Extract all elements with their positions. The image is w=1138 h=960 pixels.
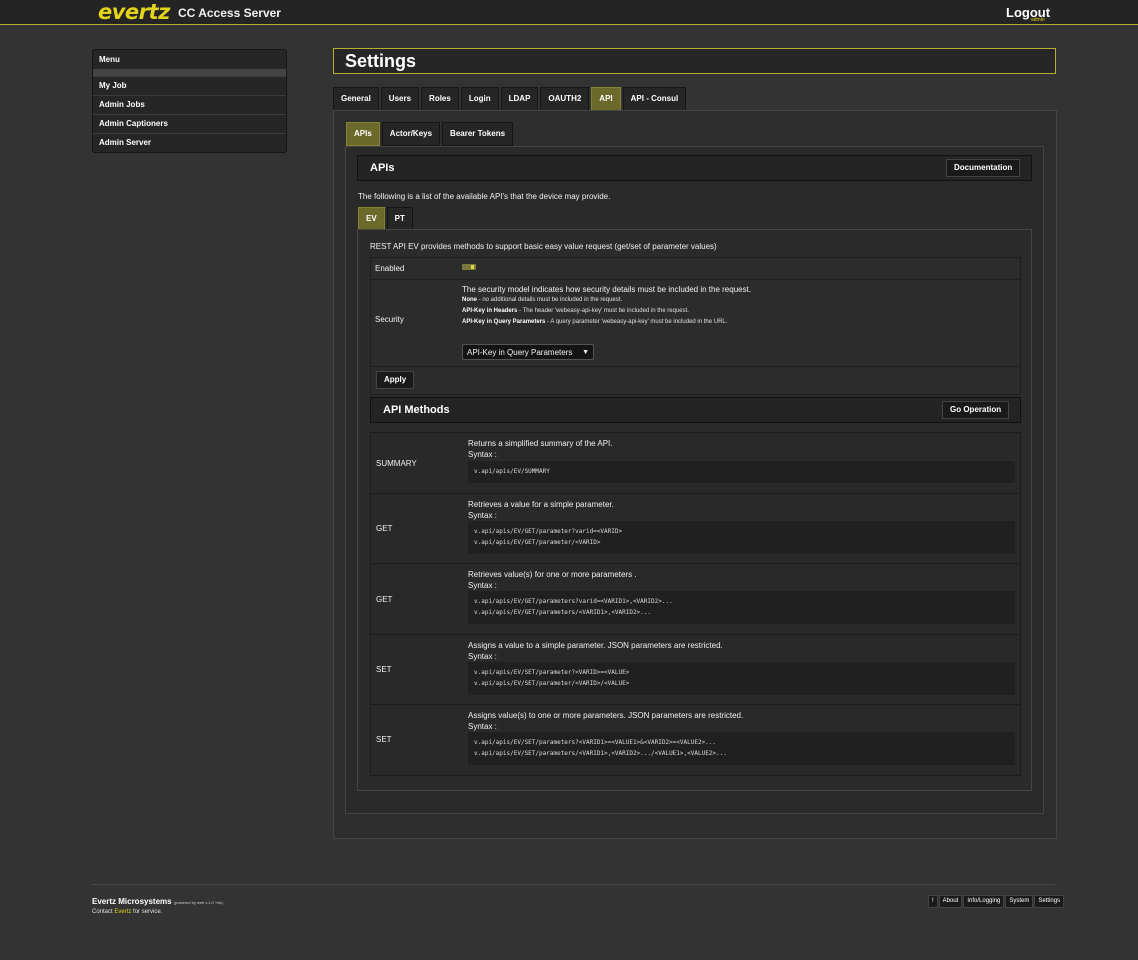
enabled-toggle[interactable] (462, 264, 476, 270)
method-name: GET (376, 595, 393, 604)
evertz-logo[interactable]: evertz (98, 1, 170, 23)
syntax-code: v.api/apis/EV/GET/parameters?varid=<VARI… (468, 591, 1015, 624)
method-name: SUMMARY (376, 459, 417, 468)
documentation-button[interactable]: Documentation (946, 159, 1021, 177)
tab-ldap[interactable]: LDAP (500, 87, 539, 111)
footer-powered: (powered by web v.1.0 +ds) (173, 900, 223, 905)
method-name: SET (376, 665, 392, 674)
syntax-label: Syntax : (468, 450, 497, 459)
side-menu: Menu My Job Admin Jobs Admin Captioners … (92, 49, 287, 153)
method-name: GET (376, 524, 393, 533)
tab-login[interactable]: Login (460, 87, 499, 111)
footer-link-about[interactable]: About (938, 895, 963, 908)
tab-api-consul[interactable]: API - Consul (622, 87, 687, 111)
security-select-value: API-Key in Query Parameters (467, 348, 573, 357)
syntax-label: Syntax : (468, 652, 497, 661)
table-row: GET Retrieves a value for a simple param… (371, 494, 1020, 564)
evertz-link[interactable]: Evertz (114, 909, 131, 915)
method-description: Returns a simplified summary of the API. (468, 439, 613, 448)
security-note-query: API-Key in Query Parameters - A query pa… (462, 319, 728, 325)
method-description: Assigns a value to a simple parameter. J… (468, 641, 723, 650)
page-title: Settings (345, 51, 417, 71)
syntax-code: v.api/apis/EV/SET/parameter?<VARID>=<VAL… (468, 662, 1015, 695)
tab-pt[interactable]: PT (386, 207, 413, 231)
syntax-code: v.api/apis/EV/SUMMARY (468, 461, 1015, 483)
table-row: GET Retrieves value(s) for one or more p… (371, 564, 1020, 635)
page-title-box: Settings (333, 48, 1056, 74)
tab-bearer-tokens[interactable]: Bearer Tokens (442, 122, 514, 146)
api-methods-title: API Methods (383, 404, 450, 416)
settings-tabs: General Users Roles Login LDAP OAUTH2 AP… (333, 87, 687, 111)
footer-link-alert[interactable]: ! (928, 895, 938, 908)
security-note-headers: API-Key in Headers - The header 'webeasy… (462, 308, 689, 314)
footer-link-system[interactable]: System (1005, 895, 1034, 908)
syntax-label: Syntax : (468, 511, 497, 520)
tab-general[interactable]: General (333, 87, 379, 111)
tab-oauth2[interactable]: OAUTH2 (540, 87, 590, 111)
api-sub-tabs: APIs Actor/Keys Bearer Tokens (346, 122, 514, 146)
table-row: SUMMARY Returns a simplified summary of … (371, 433, 1020, 494)
syntax-label: Syntax : (468, 722, 497, 731)
menu-item-admin-captioners[interactable]: Admin Captioners (93, 114, 286, 133)
menu-item-my-job[interactable]: My Job (93, 76, 286, 95)
menu-item-admin-jobs[interactable]: Admin Jobs (93, 95, 286, 114)
security-select[interactable]: API-Key in Query Parameters ▼ (462, 344, 594, 360)
tab-ev[interactable]: EV (358, 207, 385, 231)
security-intro: The security model indicates how securit… (462, 285, 752, 294)
security-note-none: None - no additional details must be inc… (462, 297, 623, 303)
tab-api[interactable]: API (591, 87, 621, 111)
footer-links: ! About Info/Logging System Settings (928, 895, 1065, 908)
syntax-code: v.api/apis/EV/GET/parameter?varid=<VARID… (468, 521, 1015, 554)
ev-description: REST API EV provides methods to support … (370, 242, 717, 251)
tab-roles[interactable]: Roles (421, 87, 459, 111)
tab-actor-keys[interactable]: Actor/Keys (381, 122, 441, 146)
footer-contact: Contact Evertz for service. (92, 909, 163, 915)
method-name: SET (376, 735, 392, 744)
menu-title: Menu (99, 55, 120, 64)
apis-header: APIs Documentation (357, 155, 1032, 181)
apply-row (370, 366, 1021, 395)
method-description: Retrieves a value for a simple parameter… (468, 500, 614, 509)
tab-apis[interactable]: APIs (346, 122, 380, 146)
apis-title: APIs (370, 162, 395, 174)
method-description: Retrieves value(s) for one or more param… (468, 570, 637, 579)
enabled-label: Enabled (375, 264, 405, 273)
footer-link-info-logging[interactable]: Info/Logging (963, 895, 1005, 908)
tab-users[interactable]: Users (380, 87, 420, 111)
footer-divider (92, 884, 1055, 885)
chevron-down-icon: ▼ (582, 349, 589, 356)
current-user: admin (1031, 17, 1045, 23)
security-label: Security (375, 315, 404, 324)
footer-company: Evertz Microsystems (powered by web v.1.… (92, 897, 223, 906)
syntax-code: v.api/apis/EV/SET/parameters?<VARID1>=<V… (468, 732, 1015, 765)
footer-link-settings[interactable]: Settings (1034, 895, 1065, 908)
app-title: CC Access Server (178, 6, 281, 20)
top-bar: evertz CC Access Server Logout admin (0, 0, 1138, 25)
method-description: Assigns value(s) to one or more paramete… (468, 711, 744, 720)
menu-divider (93, 69, 286, 76)
apis-intro: The following is a list of the available… (358, 192, 611, 201)
table-row: SET Assigns value(s) to one or more para… (371, 705, 1020, 774)
table-row: SET Assigns a value to a simple paramete… (371, 635, 1020, 705)
api-methods-header: API Methods Go Operation (370, 397, 1021, 423)
syntax-label: Syntax : (468, 581, 497, 590)
apply-button[interactable]: Apply (376, 371, 415, 389)
api-type-tabs: EV PT (358, 207, 413, 231)
menu-item-admin-server[interactable]: Admin Server (93, 133, 286, 152)
go-operation-button[interactable]: Go Operation (942, 401, 1010, 419)
api-methods-table: SUMMARY Returns a simplified summary of … (370, 432, 1021, 776)
